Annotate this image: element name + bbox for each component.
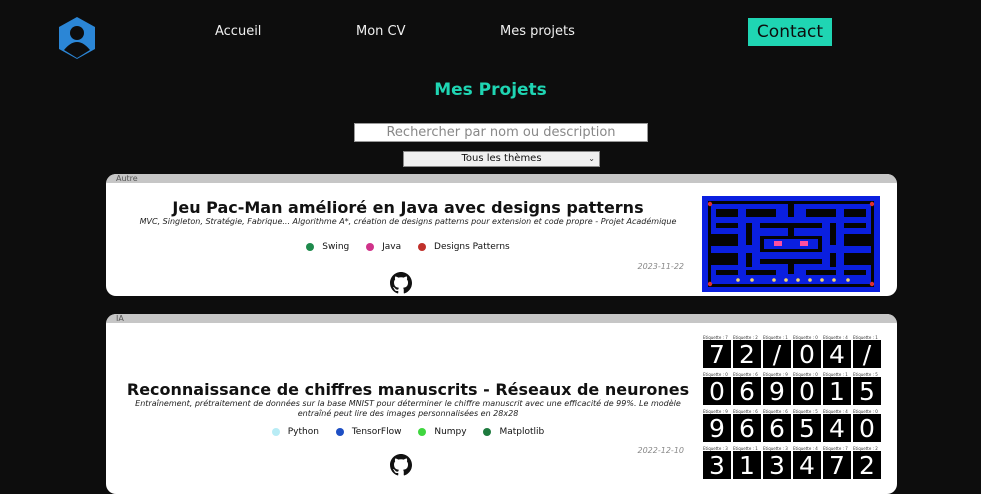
- mnist-digit-image: 4: [823, 414, 851, 442]
- user-profile-icon[interactable]: [58, 16, 96, 60]
- nav-link-accueil[interactable]: Accueil: [215, 24, 261, 39]
- chevron-down-icon: ⌄: [588, 154, 595, 163]
- mnist-digit-image: 5: [853, 377, 881, 405]
- mnist-sample: Etiquette : 00: [853, 409, 881, 442]
- mnist-sample: Etiquette : 11: [733, 446, 761, 479]
- project-tags: Swing Java Designs Patterns: [116, 242, 700, 254]
- project-description: MVC, Singleton, Stratégie, Fabrique... A…: [139, 217, 677, 226]
- mnist-digit-image: 5: [793, 414, 821, 442]
- mnist-sample: Etiquette : 99: [763, 372, 791, 405]
- mnist-digit-image: 0: [793, 377, 821, 405]
- theme-select-value: Tous les thèmes: [461, 153, 542, 164]
- mnist-digit-image: /: [853, 340, 881, 368]
- tag-java: Java: [366, 242, 401, 252]
- mnist-sample: Etiquette : 66: [733, 409, 761, 442]
- tag-tensorflow: TensorFlow: [335, 427, 401, 437]
- project-category: IA: [106, 314, 897, 323]
- project-title: Jeu Pac-Man amélioré en Java avec design…: [172, 198, 644, 217]
- mnist-digit-image: 6: [763, 414, 791, 442]
- page-title: Mes Projets: [434, 80, 547, 100]
- mnist-sample: Etiquette : 00: [703, 372, 731, 405]
- tag-swing: Swing: [306, 242, 349, 252]
- project-category: Autre: [106, 174, 897, 183]
- mnist-sample: Etiquette : 44: [793, 446, 821, 479]
- mnist-sample: Etiquette : 1/: [853, 335, 881, 368]
- mnist-row: Etiquette : 0 0 Etiquette : 6 6 Etiquette : …: [703, 372, 881, 405]
- mnist-sample: Etiquette : 77: [823, 446, 851, 479]
- mnist-digit-image: 3: [703, 451, 731, 479]
- mnist-digit-image: 2: [853, 451, 881, 479]
- mnist-digit-image: 6: [733, 414, 761, 442]
- tag-matplotlib: Matplotlib: [483, 427, 544, 437]
- mnist-sample: Etiquette : 00: [793, 372, 821, 405]
- top-navbar: Accueil Mon CV Mes projets Contact: [0, 10, 981, 60]
- mnist-digit-image: 2: [733, 340, 761, 368]
- mnist-sample: Etiquette : 44: [823, 335, 851, 368]
- mnist-digit-image: 9: [763, 377, 791, 405]
- mnist-sample: Etiquette : 1/: [763, 335, 791, 368]
- pacman-thumbnail: [702, 196, 880, 292]
- mnist-digit-image: 1: [733, 451, 761, 479]
- mnist-sample: Etiquette : 22: [733, 335, 761, 368]
- nav-link-mes-projets[interactable]: Mes projets: [500, 24, 575, 39]
- mnist-digit-image: 0: [853, 414, 881, 442]
- search-input[interactable]: Rechercher par nom ou description: [354, 123, 648, 142]
- tag-designs-patterns: Designs Patterns: [418, 242, 510, 252]
- mnist-digit-image: 3: [763, 451, 791, 479]
- mnist-sample: Etiquette : 11: [823, 372, 851, 405]
- project-card[interactable]: Autre Jeu Pac-Man amélioré en Java avec …: [106, 174, 897, 296]
- tag-python: Python: [271, 427, 319, 437]
- tag-numpy: Numpy: [418, 427, 467, 437]
- mnist-digit-image: /: [763, 340, 791, 368]
- mnist-digit-image: 0: [703, 377, 731, 405]
- mnist-row: Etiquette : 3 3 Etiquette : 1 1 Etiquette : …: [703, 446, 881, 479]
- project-date: 2022-12-10: [637, 446, 685, 455]
- mnist-sample: Etiquette : 66: [763, 409, 791, 442]
- mnist-sample: Etiquette : 77: [703, 335, 731, 368]
- mnist-sample: Etiquette : 33: [763, 446, 791, 479]
- mnist-digit-image: 4: [823, 340, 851, 368]
- project-tags: Python TensorFlow Numpy Matplotlib: [116, 427, 700, 439]
- project-date: 2023-11-22: [637, 262, 685, 271]
- mnist-digit-image: 4: [793, 451, 821, 479]
- theme-select[interactable]: Tous les thèmes ⌄: [403, 151, 600, 167]
- mnist-digit-image: 0: [793, 340, 821, 368]
- mnist-digit-image: 9: [703, 414, 731, 442]
- mnist-digit-image: 7: [823, 451, 851, 479]
- mnist-row: Etiquette : 9 9 Etiquette : 6 6 Etiquette : …: [703, 409, 881, 442]
- github-icon[interactable]: [390, 454, 412, 476]
- github-icon[interactable]: [390, 272, 412, 294]
- mnist-digit-image: 1: [823, 377, 851, 405]
- mnist-sample: Etiquette : 99: [703, 409, 731, 442]
- project-card[interactable]: IA Reconnaissance de chiffres manuscrits…: [106, 314, 897, 494]
- mnist-sample: Etiquette : 55: [853, 372, 881, 405]
- mnist-sample: Etiquette : 22: [853, 446, 881, 479]
- contact-button[interactable]: Contact: [748, 18, 832, 46]
- mnist-sample: Etiquette : 33: [703, 446, 731, 479]
- mnist-sample: Etiquette : 55: [793, 409, 821, 442]
- mnist-sample: Etiquette : 00: [793, 335, 821, 368]
- nav-link-mon-cv[interactable]: Mon CV: [356, 24, 406, 39]
- mnist-sample: Etiquette : 44: [823, 409, 851, 442]
- mnist-digit-image: 6: [733, 377, 761, 405]
- mnist-row: Etiquette : 7 7 Etiquette : 2 2 Etiquette : …: [703, 335, 881, 368]
- project-title: Reconnaissance de chiffres manuscrits - …: [126, 380, 690, 399]
- mnist-sample: Etiquette : 66: [733, 372, 761, 405]
- mnist-samples-grid: Etiquette : 7 7 Etiquette : 2 2 Etiquette : …: [703, 335, 881, 483]
- project-description: Entraînement, prétraitement de données s…: [135, 399, 681, 418]
- mnist-digit-image: 7: [703, 340, 731, 368]
